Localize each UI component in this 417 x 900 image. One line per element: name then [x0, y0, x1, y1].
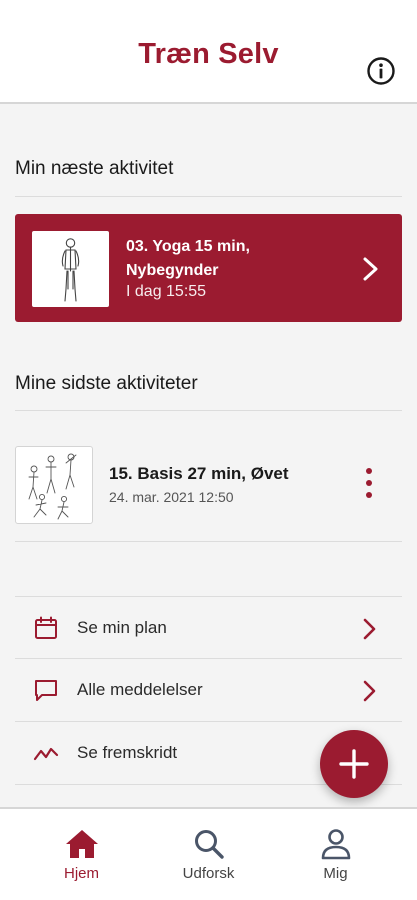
plus-icon: [339, 749, 369, 779]
tab-label: Hjem: [63, 865, 99, 882]
chevron-right-icon: [361, 678, 379, 704]
app-title: Træn Selv: [138, 38, 279, 70]
divider: [15, 410, 402, 411]
bottom-tab-bar: Hjem Udforsk Mig: [0, 807, 417, 900]
tab-label: Mig: [323, 865, 348, 882]
tab-me[interactable]: Mig: [266, 809, 405, 900]
tab-explore[interactable]: Udforsk: [139, 809, 278, 900]
add-button[interactable]: [320, 730, 388, 798]
list-item[interactable]: 15. Basis 27 min, Øvet 24. mar. 2021 12:…: [15, 444, 402, 526]
recent-activity-title: 15. Basis 27 min, Øvet: [109, 464, 289, 483]
message-icon: [33, 677, 59, 703]
activity-thumbnail: [15, 446, 93, 524]
trend-icon: [33, 740, 59, 766]
link-label: Se fremskridt: [77, 743, 178, 762]
chevron-right-icon: [361, 616, 379, 642]
tab-home[interactable]: Hjem: [12, 809, 151, 900]
info-icon[interactable]: [366, 56, 396, 86]
all-messages-link[interactable]: Alle meddelelser: [15, 659, 402, 721]
search-icon: [195, 830, 224, 859]
calendar-icon: [33, 615, 59, 641]
link-label: Alle meddelelser: [77, 680, 203, 699]
recent-activity-date: 24. mar. 2021 12:50: [109, 489, 234, 505]
chevron-right-icon: [360, 254, 382, 284]
home-icon: [66, 830, 98, 858]
next-activity-card[interactable]: 03. Yoga 15 min, Nybegynder I dag 15:55: [15, 214, 402, 322]
divider: [15, 541, 402, 542]
link-label: Se min plan: [77, 618, 167, 637]
next-activity-heading: Min næste aktivitet: [15, 158, 174, 179]
app-header: Træn Selv: [0, 0, 417, 104]
next-activity-title: 03. Yoga 15 min, Nybegynder: [126, 238, 250, 279]
activity-thumbnail: [32, 231, 109, 307]
person-icon: [321, 829, 351, 860]
recent-activities-heading: Mine sidste aktiviteter: [15, 373, 198, 394]
tab-label: Udforsk: [182, 865, 235, 882]
more-vertical-icon[interactable]: [359, 468, 379, 504]
next-activity-time: I dag 15:55: [126, 283, 207, 300]
divider: [15, 196, 402, 197]
see-my-plan-link[interactable]: Se min plan: [15, 597, 402, 659]
